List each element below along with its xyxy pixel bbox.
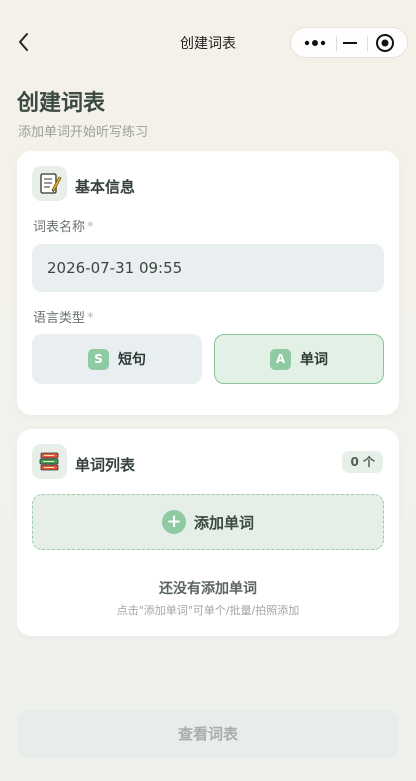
empty-state-hint: 点击"添加单词"可单个/批量/拍照添加 [116,604,300,617]
word-letter-icon: A [270,348,291,370]
add-word-button[interactable]: + 添加单词 [32,494,384,550]
page-subtitle: 添加单词开始听写练习 [18,125,149,140]
close-target-icon[interactable] [375,33,395,53]
view-list-button[interactable]: 查看词表 [17,710,399,758]
name-label: 词表名称 * [33,216,94,235]
option-sentence-label: 短句 [118,352,146,368]
word-list-title: 单词列表 [75,456,136,474]
option-word-label: 单词 [300,352,328,368]
navigation-bar: 创建词表 [0,0,416,84]
minimize-icon[interactable] [343,42,357,44]
option-sentence[interactable]: S 短句 [32,334,202,384]
capsule-divider [367,36,368,51]
books-icon [32,444,67,479]
basic-info-card: 基本信息 词表名称 * 2026-07-31 09:55 语言类型 * S 短句 A… [17,151,399,415]
required-mark: * [87,220,94,235]
sentence-letter-icon: S [88,348,109,370]
word-count-badge: 0 个 [342,451,383,473]
list-name-input[interactable]: 2026-07-31 09:55 [32,244,384,292]
name-label-text: 词表名称 [33,220,86,235]
memo-icon [32,166,67,201]
capsule-divider [336,36,337,51]
language-label: 语言类型 * [33,307,94,326]
more-icon[interactable] [303,36,327,50]
language-label-text: 语言类型 [33,311,86,326]
basic-info-title: 基本信息 [75,178,136,196]
required-mark: * [87,311,94,326]
plus-icon: + [161,510,186,534]
capsule-menu [290,27,408,58]
empty-state-title: 还没有添加单词 [159,581,257,597]
option-word[interactable]: A 单词 [214,334,384,384]
word-list-card: 单词列表 0 个 + 添加单词 还没有添加单词 点击"添加单词"可单个/批量/拍… [17,429,399,636]
page-title: 创建词表 [17,91,106,116]
add-word-label: 添加单词 [193,513,254,532]
